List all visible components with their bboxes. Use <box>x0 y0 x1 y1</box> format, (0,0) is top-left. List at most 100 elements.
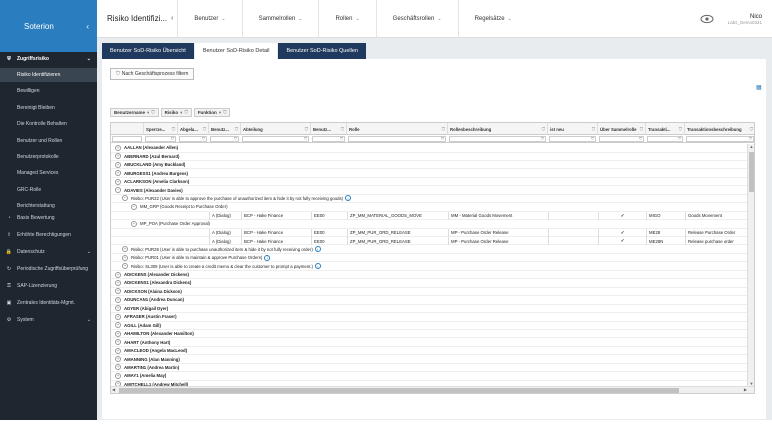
info-icon[interactable]: i <box>314 263 321 270</box>
risk-row[interactable]: + Risiko: SL309 (User is able to create a… <box>111 262 748 271</box>
column-header[interactable]: Abteilung ⛉ <box>241 123 311 135</box>
column-filter-icon[interactable]: ⛉ <box>172 127 175 132</box>
column-filter-icon[interactable]: ⛉ <box>442 127 445 132</box>
sidebar-item[interactable]: ↻ Periodische Zugriffsüberprüfung <box>0 262 97 276</box>
column-filter-input[interactable]: ⛉ <box>449 136 546 142</box>
expand-icon[interactable]: + <box>122 254 128 261</box>
expand-icon[interactable]: + <box>115 313 121 320</box>
user-row[interactable]: + ADICKSON (Alaina Dickson) <box>111 288 748 297</box>
vertical-scrollbar[interactable]: ▲ ▼ <box>747 144 754 387</box>
sidebar-item[interactable]: ⛨ Zugriffsrisiko ⌄ <box>0 52 97 66</box>
user-row[interactable]: + AMACLEOD (Angela MacLeod) <box>111 347 748 356</box>
column-filter-icon[interactable]: ⛉ <box>679 127 682 132</box>
expand-icon[interactable]: + <box>115 271 121 278</box>
filter-by-process-button[interactable]: ⛉ Nach Geschäftsprozess filtern <box>110 68 195 80</box>
column-filter-icon[interactable]: ⛉ <box>441 136 444 141</box>
sidebar-item[interactable]: Bewilligen <box>0 84 97 98</box>
user-row[interactable]: + ABURGESS1 (Andrea Burgess) <box>111 169 748 178</box>
user-row[interactable]: + ADICKENS1 (Alexandra Dickens) <box>111 279 748 288</box>
func-row[interactable]: − MP_POA (Purchase Order Approval) <box>111 220 748 229</box>
user-row[interactable]: + ABUCKLAND (Amy Buckland) <box>111 161 748 170</box>
sidebar-item[interactable]: ⚿ SAP-Lizenzierung <box>0 279 97 293</box>
sidebar-item[interactable]: Benutzerprotokolle <box>0 150 97 164</box>
collapse-icon[interactable]: − <box>115 187 121 193</box>
user-row[interactable]: + AHART (Anthony Hart) <box>111 338 748 347</box>
user-row[interactable]: + AFRASER (Austin Fraser) <box>111 313 748 322</box>
column-header[interactable]: ist neu ⛉ <box>548 123 598 135</box>
sidebar-item[interactable]: ⇧ Erhöhte Berechtigungen <box>0 228 97 242</box>
risk-row[interactable]: + Risiko: PUR29 (User is able to purchase… <box>111 245 748 254</box>
column-header[interactable]: Über Sammelrolle ⛉ <box>598 123 646 135</box>
column-filter-input[interactable]: ⛉ <box>242 136 309 142</box>
column-filter-icon[interactable]: ⛉ <box>202 136 205 141</box>
user-row[interactable]: + AMANNING (Alan Manning) <box>111 355 748 364</box>
column-header[interactable]: Transaktionsbeschreibung ⛉ <box>685 123 754 135</box>
filter-icon[interactable]: ⛉ <box>223 110 226 115</box>
collapse-icon[interactable]: − <box>122 195 128 202</box>
column-header[interactable]: Benutz... ⛉ <box>209 123 241 135</box>
column-filter-input[interactable]: ⛉ <box>686 136 754 142</box>
top-nav-item[interactable]: Sammelrollen ⌄ <box>241 0 319 38</box>
column-filter-input[interactable]: ⛉ <box>549 136 596 142</box>
expand-icon[interactable]: + <box>122 246 128 253</box>
expand-icon[interactable]: + <box>115 288 121 295</box>
sidebar-item[interactable]: 🔒 Datenschutz ⌄ <box>0 245 97 259</box>
user-row[interactable]: + ADUNCAN1 (Andrea Duncan) <box>111 296 748 305</box>
column-filter-icon[interactable]: ⛉ <box>171 136 174 141</box>
tab[interactable]: Benutzer SoD-Risiko Detail <box>194 43 278 59</box>
column-filter-icon[interactable]: ⛉ <box>305 127 308 132</box>
sort-icon[interactable]: ▾ <box>147 110 149 116</box>
user-row[interactable]: + AALLAN (Alexander Allen) <box>111 144 748 153</box>
group-chip[interactable]: Benutzername ▾ ⛉ <box>110 108 159 117</box>
column-filter-icon[interactable]: ⛉ <box>340 136 343 141</box>
collapse-icon[interactable]: − <box>131 203 137 210</box>
expand-icon[interactable]: + <box>115 339 121 346</box>
user-row[interactable]: − ADAVIES (Alexander Davies) <box>111 186 748 195</box>
collapse-sidebar-icon[interactable]: ‹ <box>86 22 89 31</box>
collapse-icon[interactable]: − <box>131 220 137 227</box>
risk-row[interactable]: + Risiko: PUR01 (User is able to maintain… <box>111 254 748 263</box>
func-row[interactable]: − MM_GRP (Goods Receipt to Purchase Order… <box>111 203 748 212</box>
column-filter-input[interactable]: ⛉ <box>647 136 683 142</box>
user-row[interactable]: + AMARTIN1 (Andrea Martin) <box>111 364 748 373</box>
top-nav-item[interactable]: Geschäftsrollen ⌄ <box>375 0 458 38</box>
filter-icon[interactable]: ⛉ <box>184 110 187 115</box>
sidebar-item[interactable]: Bereinigt Bleiben <box>0 101 97 115</box>
column-filter-input[interactable]: ⛉ <box>179 136 207 142</box>
sort-icon[interactable]: ▾ <box>180 110 182 116</box>
expand-icon[interactable]: + <box>115 305 121 312</box>
column-filter-icon[interactable]: ⛉ <box>640 127 643 132</box>
column-filter-icon[interactable]: ⛉ <box>749 136 752 141</box>
grid-menu-icon[interactable]: ▦ <box>756 84 762 91</box>
column-header[interactable]: Transakti... ⛉ <box>646 123 685 135</box>
tab[interactable]: Benutzer SoD-Risiko Übersicht <box>102 43 194 59</box>
expand-icon[interactable]: + <box>115 170 121 177</box>
sidebar-item[interactable]: ◔ Basis Bewertung <box>0 211 97 225</box>
column-header[interactable]: Sperrze... ⛉ <box>144 123 178 135</box>
column-filter-icon[interactable]: ⛉ <box>235 127 238 132</box>
horizontal-scrollbar[interactable]: ◀ ▶ <box>111 386 754 393</box>
column-header[interactable]: Rolle ⛉ <box>347 123 448 135</box>
column-filter-input[interactable]: ⛉ <box>312 136 345 142</box>
scroll-left-icon[interactable]: ◀ <box>112 387 115 392</box>
expand-icon[interactable]: + <box>115 347 121 354</box>
column-filter-icon[interactable]: ⛉ <box>592 127 595 132</box>
sidebar-item[interactable]: GRC-Rolle <box>0 183 97 197</box>
user-row[interactable]: + ADYER (Abigail Dyer) <box>111 305 748 314</box>
expand-icon[interactable]: + <box>115 322 121 329</box>
column-header[interactable]: Benutz... ⛉ <box>311 123 347 135</box>
sidebar-item[interactable]: ⚙ System ⌄ <box>0 313 97 327</box>
risk-row[interactable]: − Risiko: PUR22 (User is able to approve … <box>111 195 748 204</box>
column-filter-icon[interactable]: ⛉ <box>541 136 544 141</box>
horizontal-scroll-thumb[interactable] <box>119 388 679 393</box>
info-icon[interactable]: i <box>314 246 321 253</box>
table-row[interactable]: A (Dialog) BCP - Hake Finance EE00 ZP_MM_PU… <box>111 236 748 246</box>
column-filter-icon[interactable]: ⛉ <box>304 136 307 141</box>
user-area[interactable]: Nico Labs_Demo0321 <box>700 0 762 38</box>
sidebar-item[interactable]: Managed Services <box>0 166 97 180</box>
user-row[interactable]: + AHAMILTON (Alexander Hamilton) <box>111 330 748 339</box>
expand-icon[interactable]: + <box>115 144 121 151</box>
group-chip[interactable]: Funktion ▾ ⛉ <box>193 108 231 117</box>
column-filter-icon[interactable]: ⛉ <box>678 136 681 141</box>
column-filter-input[interactable]: ⛉ <box>348 136 446 142</box>
